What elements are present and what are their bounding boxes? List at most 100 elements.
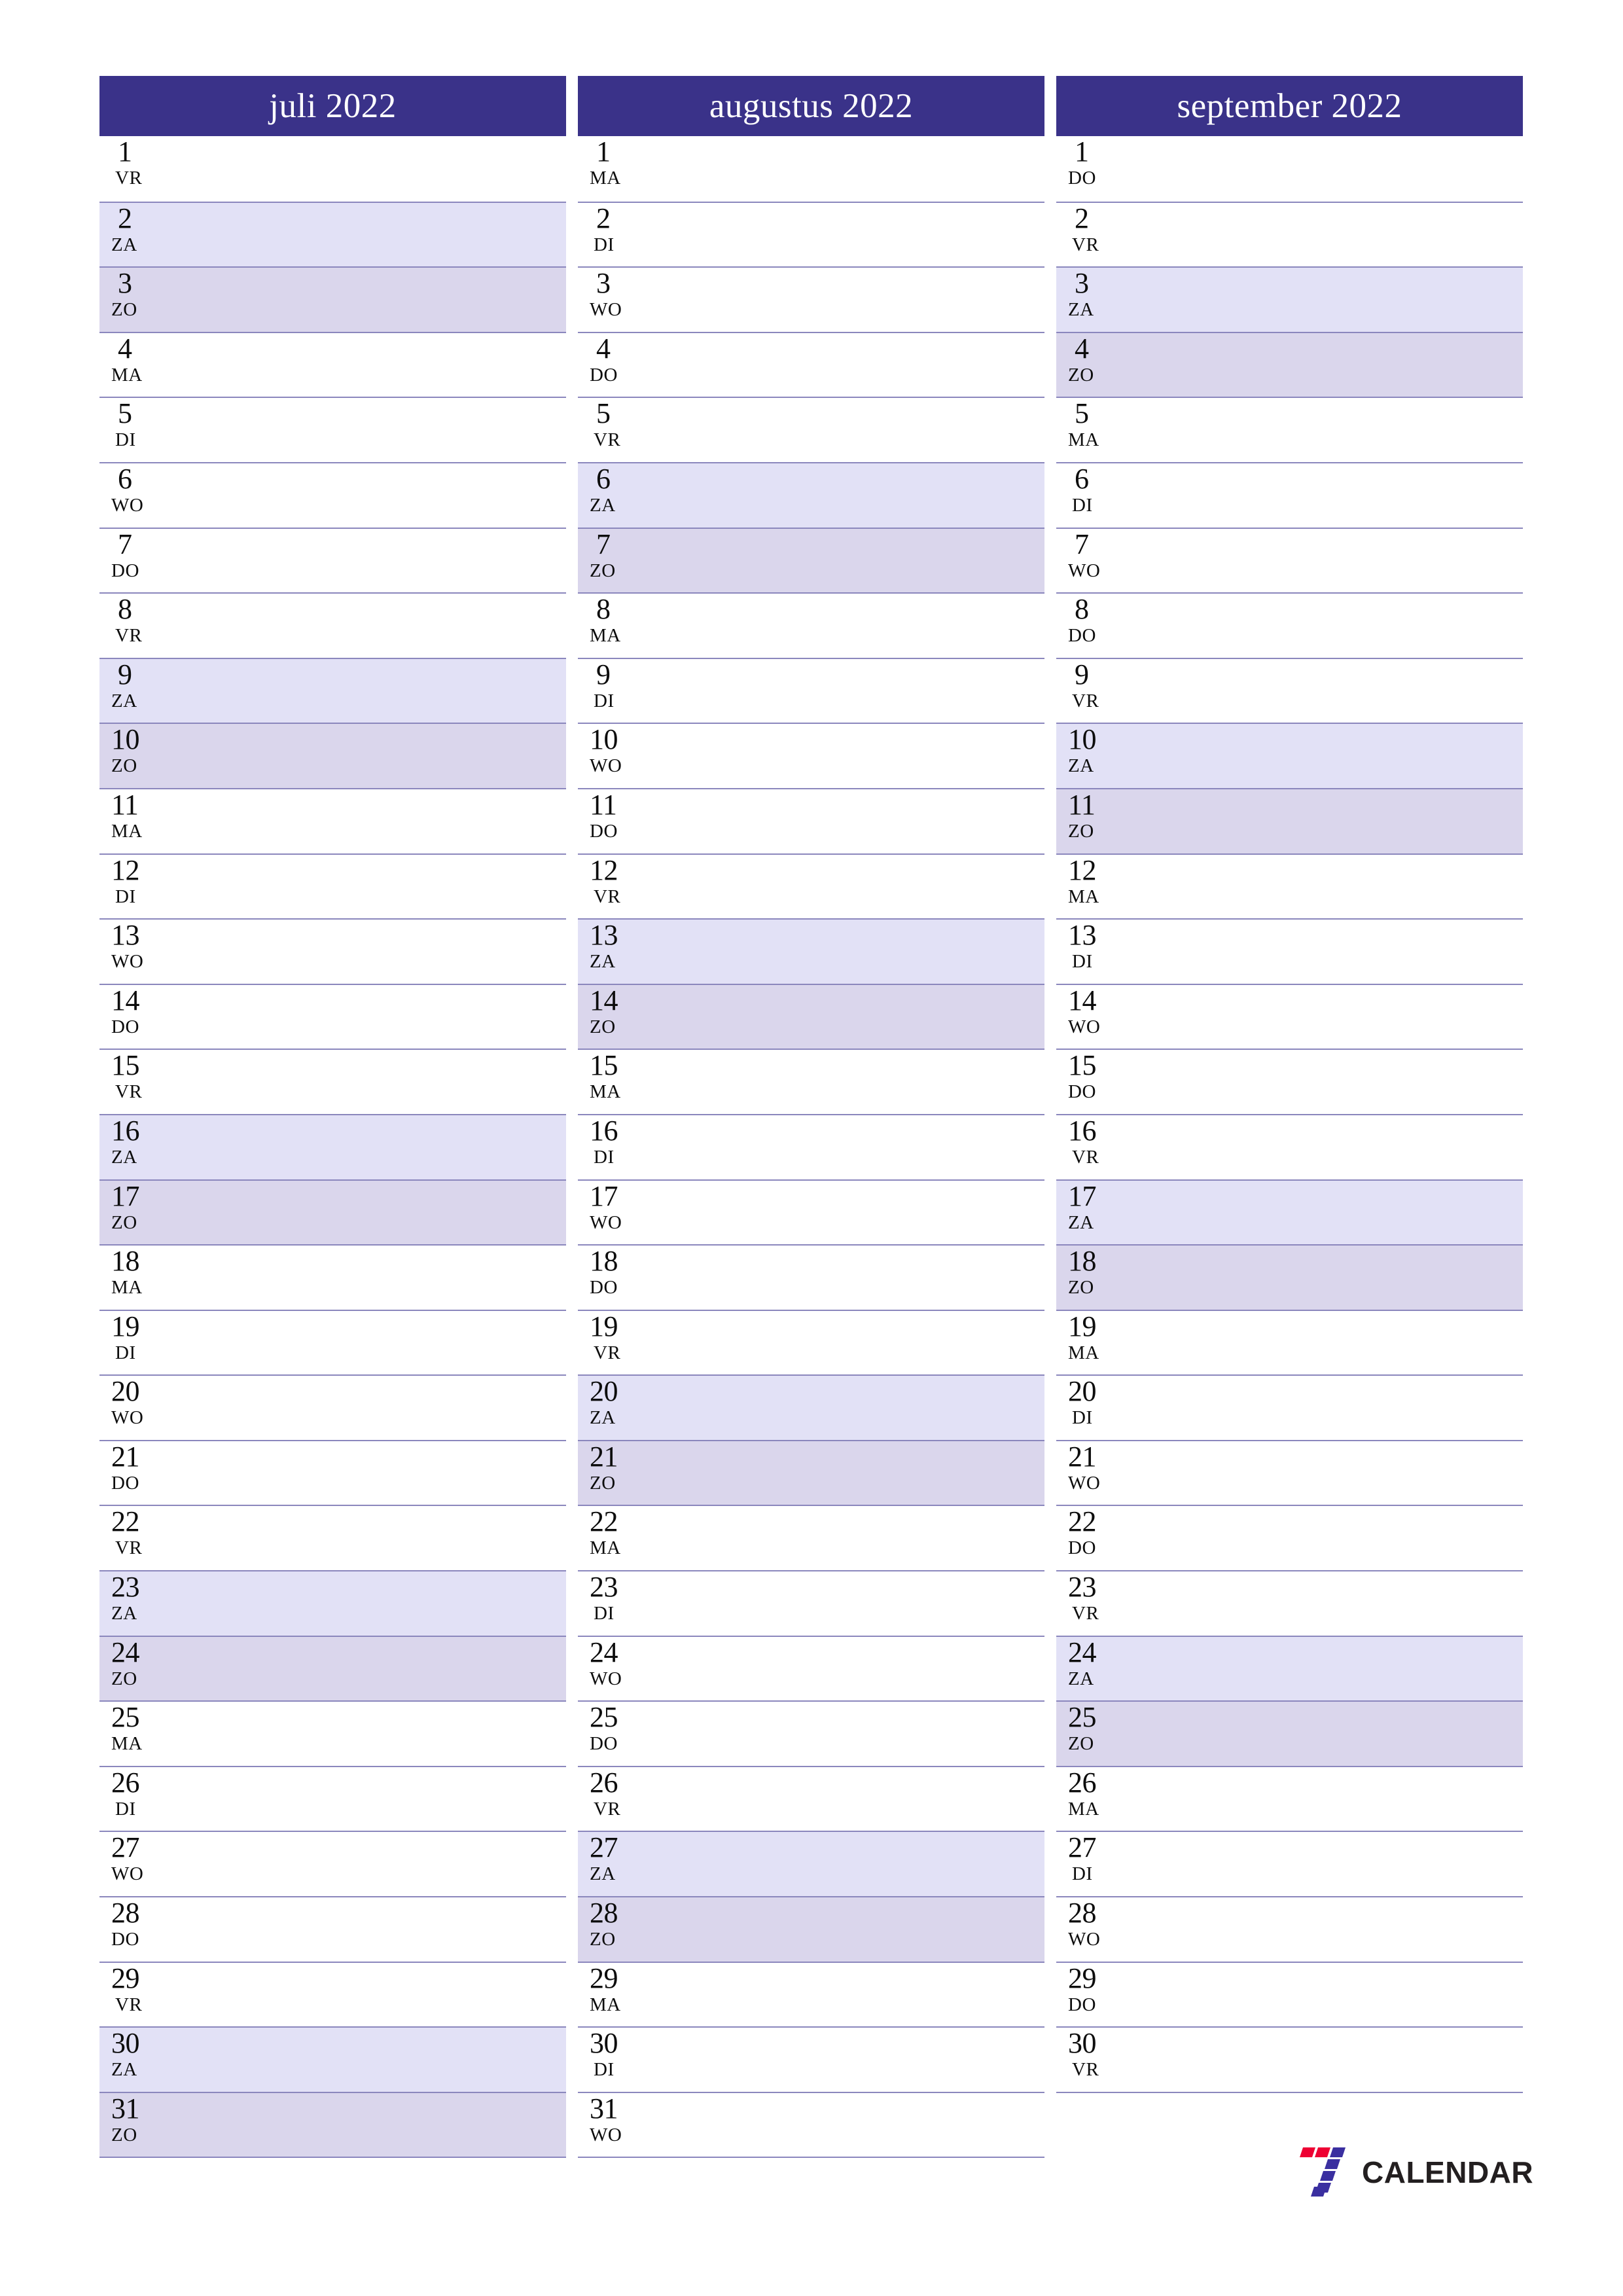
day-row[interactable]: 13 ZA xyxy=(578,918,1044,984)
day-number: 21 xyxy=(590,1440,618,1473)
day-row[interactable]: 31 ZO xyxy=(99,2091,566,2157)
day-row[interactable]: 28 ZO xyxy=(578,1896,1044,1962)
day-row[interactable]: 30 DI xyxy=(578,2026,1044,2092)
day-row[interactable]: 19 MA xyxy=(1056,1309,1523,1375)
day-row[interactable]: 25 ZO xyxy=(1056,1700,1523,1766)
day-row[interactable]: 11 MA xyxy=(99,787,566,853)
day-row[interactable]: 8 VR xyxy=(99,592,566,658)
day-row[interactable]: 14 DO xyxy=(99,983,566,1049)
day-row[interactable]: 5 MA xyxy=(1056,397,1523,462)
day-abbreviation: DI xyxy=(115,429,136,451)
day-row[interactable]: 17 ZO xyxy=(99,1179,566,1245)
day-row[interactable]: 4 MA xyxy=(99,331,566,397)
day-row[interactable]: 7 DO xyxy=(99,527,566,593)
day-row[interactable]: 7 WO xyxy=(1056,527,1523,593)
day-row[interactable]: 4 ZO xyxy=(1056,331,1523,397)
day-row[interactable]: 8 MA xyxy=(578,592,1044,658)
day-number: 21 xyxy=(1068,1440,1097,1473)
day-row[interactable]: 30 ZA xyxy=(99,2026,566,2092)
day-row[interactable]: 18 ZO xyxy=(1056,1244,1523,1310)
day-row[interactable]: 2 VR xyxy=(1056,201,1523,267)
day-row[interactable]: 17 WO xyxy=(578,1179,1044,1245)
day-row[interactable]: 16 VR xyxy=(1056,1113,1523,1179)
day-row[interactable]: 22 MA xyxy=(578,1505,1044,1571)
day-row[interactable]: 25 MA xyxy=(99,1700,566,1766)
day-row[interactable]: 20 ZA xyxy=(578,1374,1044,1440)
day-row[interactable]: 7 ZO xyxy=(578,527,1044,593)
day-row[interactable]: 22 VR xyxy=(99,1505,566,1571)
day-row[interactable]: 10 ZO xyxy=(99,723,566,788)
day-row[interactable]: 27 WO xyxy=(99,1831,566,1897)
day-row[interactable]: 2 ZA xyxy=(99,201,566,267)
day-row[interactable]: 26 DI xyxy=(99,1765,566,1831)
day-row[interactable]: 18 DO xyxy=(578,1244,1044,1310)
day-row[interactable]: 20 WO xyxy=(99,1374,566,1440)
day-row[interactable]: 6 ZA xyxy=(578,461,1044,528)
day-row[interactable]: 9 DI xyxy=(578,657,1044,723)
day-row[interactable]: 21 WO xyxy=(1056,1439,1523,1505)
day-row[interactable]: 1 VR xyxy=(99,136,566,202)
day-row[interactable]: 14 WO xyxy=(1056,983,1523,1049)
day-row[interactable]: 10 ZA xyxy=(1056,723,1523,788)
day-abbreviation: DI xyxy=(1072,951,1093,973)
day-row[interactable]: 13 DI xyxy=(1056,918,1523,984)
day-row[interactable]: 23 ZA xyxy=(99,1570,566,1636)
day-row[interactable]: 12 DI xyxy=(99,853,566,919)
day-row[interactable]: 21 ZO xyxy=(578,1439,1044,1505)
day-row[interactable]: 9 VR xyxy=(1056,657,1523,723)
day-row[interactable]: 28 WO xyxy=(1056,1896,1523,1962)
day-row[interactable]: 15 VR xyxy=(99,1049,566,1114)
day-row[interactable]: 5 VR xyxy=(578,397,1044,462)
day-row[interactable]: 22 DO xyxy=(1056,1505,1523,1571)
brand-logo: CALENDAR xyxy=(1299,2145,1533,2199)
day-row[interactable]: 18 MA xyxy=(99,1244,566,1310)
day-row[interactable]: 27 DI xyxy=(1056,1831,1523,1897)
day-row[interactable]: 3 ZO xyxy=(99,266,566,332)
day-row[interactable]: 5 DI xyxy=(99,397,566,462)
day-abbreviation: VR xyxy=(115,168,143,188)
day-row[interactable]: 1 MA xyxy=(578,136,1044,202)
day-number: 28 xyxy=(590,1897,618,1929)
day-row[interactable]: 9 ZA xyxy=(99,657,566,723)
day-row[interactable]: 23 VR xyxy=(1056,1570,1523,1636)
day-row[interactable]: 15 DO xyxy=(1056,1049,1523,1114)
day-row[interactable]: 27 ZA xyxy=(578,1831,1044,1897)
day-row[interactable]: 6 WO xyxy=(99,461,566,528)
day-row[interactable]: 17 ZA xyxy=(1056,1179,1523,1245)
day-row[interactable]: 11 DO xyxy=(578,787,1044,853)
day-row[interactable]: 29 DO xyxy=(1056,1961,1523,2027)
day-row[interactable]: 3 ZA xyxy=(1056,266,1523,332)
day-row[interactable]: 16 DI xyxy=(578,1113,1044,1179)
day-row[interactable]: 30 VR xyxy=(1056,2026,1523,2092)
day-row[interactable]: 12 VR xyxy=(578,853,1044,919)
day-row[interactable]: 21 DO xyxy=(99,1439,566,1505)
day-row[interactable]: 28 DO xyxy=(99,1896,566,1962)
day-row[interactable]: 31 WO xyxy=(578,2091,1044,2157)
day-row[interactable]: 19 DI xyxy=(99,1309,566,1375)
day-row[interactable]: 20 DI xyxy=(1056,1374,1523,1440)
day-row[interactable]: 10 WO xyxy=(578,723,1044,788)
day-row[interactable]: 3 WO xyxy=(578,266,1044,332)
day-row[interactable]: 24 WO xyxy=(578,1635,1044,1701)
day-row[interactable]: 19 VR xyxy=(578,1309,1044,1375)
day-row[interactable]: 2 DI xyxy=(578,201,1044,267)
day-row[interactable]: 16 ZA xyxy=(99,1113,566,1179)
day-row[interactable]: 24 ZO xyxy=(99,1635,566,1701)
day-row[interactable]: 11 ZO xyxy=(1056,787,1523,853)
day-row[interactable]: 26 VR xyxy=(578,1765,1044,1831)
day-row[interactable]: 14 ZO xyxy=(578,983,1044,1049)
day-row[interactable]: 29 MA xyxy=(578,1961,1044,2027)
day-row[interactable]: 13 WO xyxy=(99,918,566,984)
day-row[interactable]: 4 DO xyxy=(578,331,1044,397)
day-row[interactable]: 8 DO xyxy=(1056,592,1523,658)
day-row[interactable]: 24 ZA xyxy=(1056,1635,1523,1701)
day-number: 25 xyxy=(1068,1701,1097,1734)
day-row[interactable]: 25 DO xyxy=(578,1700,1044,1766)
day-row[interactable]: 26 MA xyxy=(1056,1765,1523,1831)
day-row[interactable]: 23 DI xyxy=(578,1570,1044,1636)
day-row[interactable]: 12 MA xyxy=(1056,853,1523,919)
day-row[interactable]: 1 DO xyxy=(1056,136,1523,202)
day-row[interactable]: 6 DI xyxy=(1056,461,1523,528)
day-row[interactable]: 29 VR xyxy=(99,1961,566,2027)
day-row[interactable]: 15 MA xyxy=(578,1049,1044,1114)
